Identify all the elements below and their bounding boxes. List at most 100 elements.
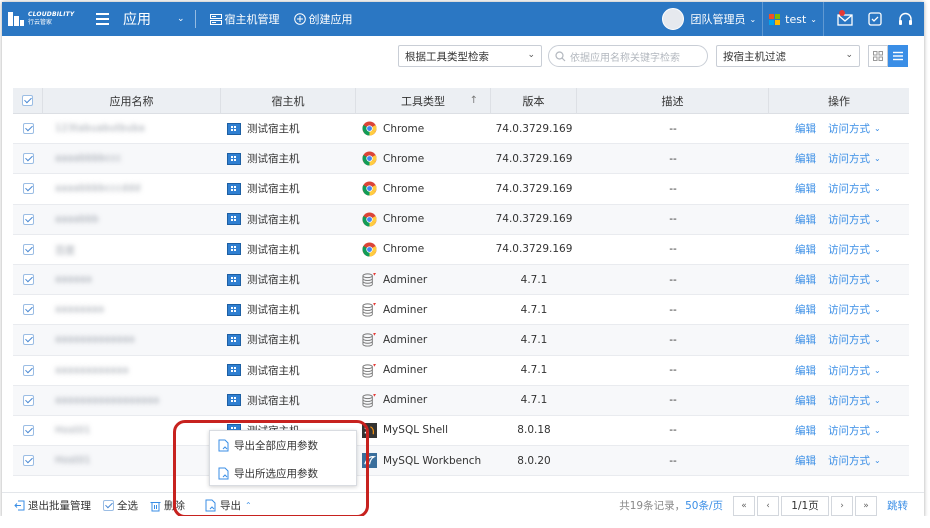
app-name[interactable]: aaaaaaaaaaaaa [55, 334, 135, 345]
exit-batch-button[interactable]: 退出批量管理 [14, 498, 91, 513]
app-name[interactable]: aaaaaaaa [55, 304, 104, 315]
table-row[interactable]: aaaabbbbcccddd 测试宿主机 Chrome 74.0.3729.169 --… [13, 174, 909, 205]
app-name-cell[interactable]: aaaabbb [43, 205, 221, 234]
access-method-link[interactable]: 访问方式 [828, 151, 870, 166]
edit-link[interactable]: 编辑 [795, 332, 816, 347]
next-page-button[interactable]: › [831, 495, 853, 516]
app-name-cell[interactable]: aaaaaa [43, 265, 221, 294]
access-method-link[interactable]: 访问方式 [828, 121, 870, 136]
table-row[interactable]: aaaaaaaaaaaa 测试宿主机 Adminer 4.7.1 -- 编辑 访问方式 ⌄ [13, 356, 909, 386]
per-page-select[interactable]: 50条/页 [685, 500, 723, 512]
chevron-down-icon[interactable]: ⌄ [874, 456, 881, 465]
app-name[interactable]: aaaaaaaaaaaaaaaaa [55, 395, 159, 406]
row-checkbox[interactable] [22, 243, 34, 255]
table-row[interactable]: aaaabbb 测试宿主机 Chrome 74.0.3729.169 -- 编辑 访问方式 ⌄ [13, 204, 909, 235]
row-checkbox[interactable] [22, 183, 34, 195]
app-name[interactable]: aaaabbbbcccddd [55, 183, 140, 194]
access-method-link[interactable]: 访问方式 [828, 302, 870, 317]
avatar[interactable] [662, 8, 685, 30]
list-view-button[interactable] [888, 45, 908, 67]
host-manage-link[interactable]: 宿主机管理 [209, 11, 280, 27]
app-name-cell[interactable]: aaaaaaaa [43, 295, 221, 324]
sort-arrow-icon[interactable]: ↑ [470, 95, 478, 106]
tasks-button[interactable] [860, 2, 890, 36]
chevron-down-icon[interactable]: ⌄ [874, 275, 881, 284]
access-method-link[interactable]: 访问方式 [828, 272, 870, 287]
edit-link[interactable]: 编辑 [795, 272, 816, 287]
access-method-link[interactable]: 访问方式 [828, 393, 870, 408]
chevron-down-icon[interactable]: ⌄ [874, 426, 881, 435]
tool-type-select[interactable]: 根据工具类型检索 ⌄ [398, 45, 542, 67]
select-all-checkbox[interactable] [103, 500, 114, 511]
first-page-button[interactable]: « [733, 495, 755, 516]
chevron-down-icon[interactable]: ⌄ [177, 14, 185, 24]
app-name-cell[interactable]: aaaabbbbccc [43, 144, 221, 173]
select-all-checkbox[interactable] [22, 95, 33, 106]
access-method-link[interactable]: 访问方式 [828, 423, 870, 438]
support-button[interactable] [890, 2, 920, 36]
message-button[interactable] [830, 2, 860, 36]
app-name-cell[interactable]: aaaaaaaaaaaaa [43, 325, 221, 354]
table-row[interactable]: Host01测试宿主机MySQL Shell8.0.18--编辑访问方式⌄ [13, 416, 909, 447]
chevron-down-icon[interactable]: ⌄ [810, 15, 817, 24]
app-name-cell[interactable]: aaaabbbbcccddd [43, 174, 221, 203]
host-filter-select[interactable]: 按宿主机过滤 ⌄ [716, 45, 860, 67]
app-name-cell[interactable]: aaaaaaaaaaaa [43, 356, 221, 385]
edit-link[interactable]: 编辑 [795, 393, 816, 408]
app-name[interactable]: 123tabuabutbuba [55, 123, 145, 134]
app-name[interactable]: aaaabbb [55, 214, 99, 225]
row-checkbox[interactable] [22, 455, 34, 467]
table-row[interactable]: aaaaaaaaaaaaaaaaa 测试宿主机 Adminer 4.7.1 -- 编辑 访问… [13, 385, 909, 416]
table-row[interactable]: aaaaaaaa 测试宿主机 Adminer 4.7.1 -- 编辑 访问方式 ⌄ [13, 295, 909, 326]
table-row[interactable]: 百度 测试宿主机 Chrome 74.0.3729.169 -- 编辑 访问方式 ⌄ [13, 235, 909, 265]
select-all-button[interactable]: 全选 [103, 498, 138, 513]
page-indicator[interactable]: 1/1页 [781, 495, 829, 516]
row-checkbox[interactable] [22, 153, 34, 165]
row-checkbox[interactable] [22, 424, 34, 436]
prev-page-button[interactable]: ‹ [757, 495, 779, 516]
last-page-button[interactable]: » [855, 495, 877, 516]
access-method-link[interactable]: 访问方式 [828, 453, 870, 468]
app-name[interactable]: 百度 [55, 242, 75, 257]
logo[interactable]: CLOUDBILITY 行云管家 [2, 10, 94, 28]
access-method-link[interactable]: 访问方式 [828, 332, 870, 347]
header-version[interactable]: 版本 [491, 87, 577, 114]
app-name[interactable]: aaaabbbbccc [55, 153, 121, 164]
table-row[interactable]: Host01测试宿主机MySQL Workbench8.0.20--编辑访问方式… [13, 446, 909, 477]
edit-link[interactable]: 编辑 [795, 151, 816, 166]
access-method-link[interactable]: 访问方式 [828, 212, 870, 227]
app-name-cell[interactable]: aaaaaaaaaaaaaaaaa [43, 386, 221, 415]
table-row[interactable]: aaaabbbbccc 测试宿主机 Chrome 74.0.3729.169 -- 编辑访… [13, 144, 909, 175]
table-row[interactable]: aaaaaa 测试宿主机 Adminer 4.7.1 -- 编辑 访问方式 ⌄ [13, 264, 909, 296]
table-row[interactable]: aaaaaaaaaaaaa 测试宿主机 Adminer 4.7.1 -- 编辑 访问方式 ⌄ [13, 325, 909, 356]
app-name-cell[interactable]: 百度 [43, 235, 221, 264]
edit-link[interactable]: 编辑 [795, 363, 816, 378]
chevron-down-icon[interactable]: ⌄ [874, 154, 881, 163]
chevron-down-icon[interactable]: ⌄ [874, 184, 881, 193]
chevron-down-icon[interactable]: ⌄ [874, 335, 881, 344]
row-checkbox[interactable] [22, 364, 34, 376]
app-name[interactable]: aaaaaa [55, 274, 92, 285]
app-name-cell[interactable]: 123tabuabutbuba [43, 114, 221, 143]
chevron-down-icon[interactable]: ⌄ [874, 305, 881, 314]
chevron-down-icon[interactable]: ⌄ [874, 366, 881, 375]
chevron-down-icon[interactable]: ⌄ [874, 245, 881, 254]
row-checkbox[interactable] [22, 123, 34, 135]
create-app-link[interactable]: 创建应用 [293, 11, 353, 27]
app-name[interactable]: Host01 [55, 455, 91, 466]
jump-button[interactable]: 跳转 [887, 498, 908, 513]
edit-link[interactable]: 编辑 [795, 423, 816, 438]
row-checkbox[interactable] [22, 304, 34, 316]
row-checkbox[interactable] [22, 274, 34, 286]
table-row[interactable]: 123tabuabutbuba 测试宿主机 Chrome 74.0.3729.169 -… [13, 114, 909, 145]
header-tool[interactable]: 工具类型 ↑ [356, 87, 491, 114]
edit-link[interactable]: 编辑 [795, 302, 816, 317]
chevron-down-icon[interactable]: ⌄ [874, 124, 881, 133]
team-admin-label[interactable]: 团队管理员 [690, 11, 745, 27]
header-name[interactable]: 应用名称 [43, 87, 221, 114]
test-user-label[interactable]: test [785, 13, 806, 26]
row-checkbox[interactable] [22, 213, 34, 225]
grid-view-button[interactable] [868, 45, 888, 67]
edit-link[interactable]: 编辑 [795, 181, 816, 196]
edit-link[interactable]: 编辑 [795, 242, 816, 257]
